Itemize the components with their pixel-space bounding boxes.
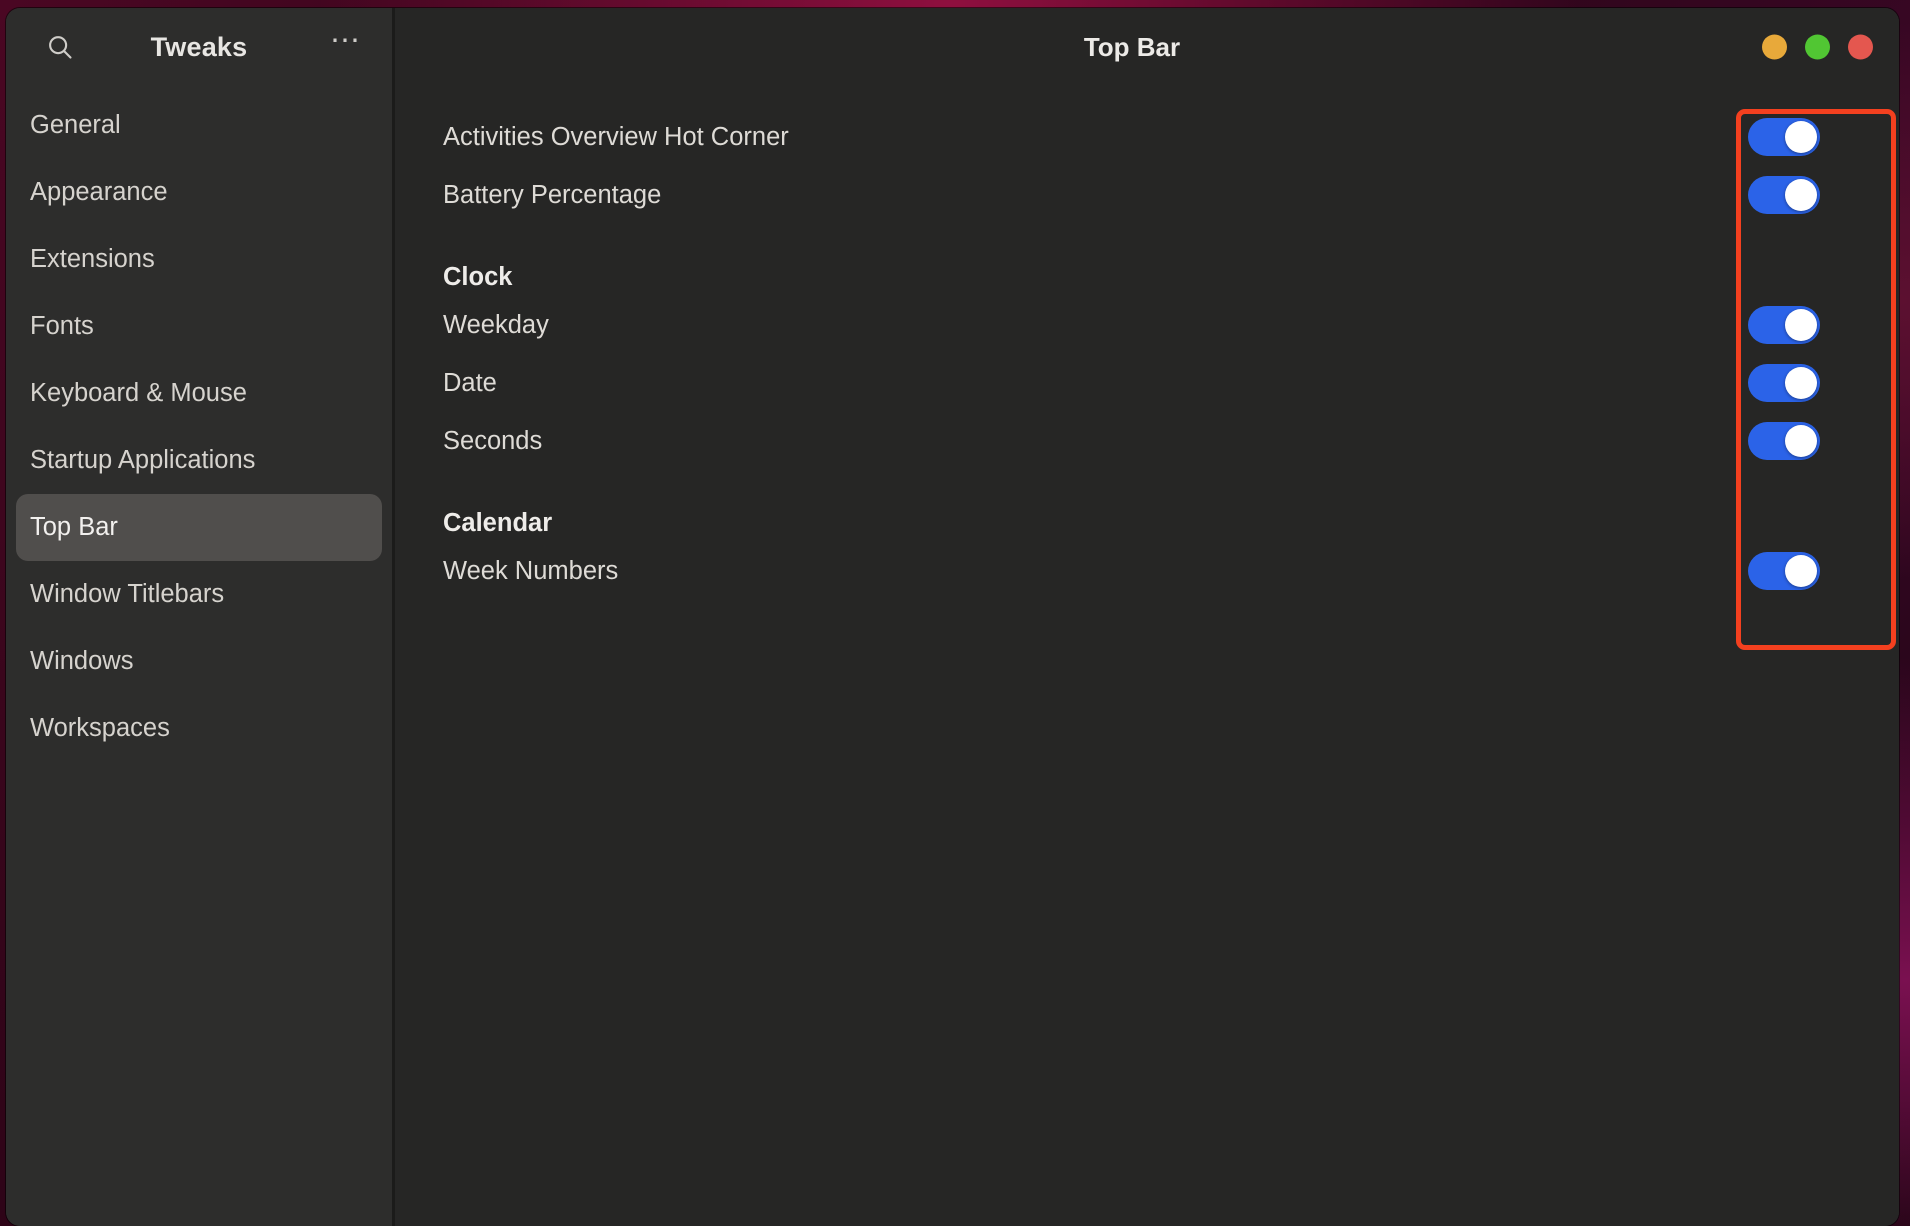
group-header-clock: Clock xyxy=(395,224,1899,296)
sidebar-item-extensions[interactable]: Extensions xyxy=(16,226,382,293)
group-label: Clock xyxy=(443,263,513,291)
setting-label: Date xyxy=(443,368,497,397)
switch-cell xyxy=(1669,422,1899,460)
sidebar-item-workspaces[interactable]: Workspaces xyxy=(16,695,382,762)
setting-label: Seconds xyxy=(443,426,543,455)
switch-cell xyxy=(1669,306,1899,344)
desktop-background: Tweaks ⋯ General Appearance Extensions F… xyxy=(0,0,1910,1226)
group-header-calendar: Calendar xyxy=(395,470,1899,542)
group-label: Calendar xyxy=(443,509,553,537)
maximize-button[interactable] xyxy=(1805,34,1830,60)
toggle-knob xyxy=(1785,179,1817,211)
sidebar-item-label: Window Titlebars xyxy=(30,580,225,608)
sidebar-header: Tweaks ⋯ xyxy=(6,8,392,86)
toggle-weekday[interactable] xyxy=(1748,306,1820,344)
setting-row-weekday: Weekday xyxy=(395,296,1899,354)
close-button[interactable] xyxy=(1848,34,1873,60)
sidebar-item-general[interactable]: General xyxy=(16,92,382,159)
minimize-button[interactable] xyxy=(1762,34,1787,60)
toggle-week-numbers[interactable] xyxy=(1748,552,1820,590)
setting-row-week-numbers: Week Numbers xyxy=(395,542,1899,600)
sidebar-item-label: Startup Applications xyxy=(30,446,256,474)
sidebar-item-label: Keyboard & Mouse xyxy=(30,379,247,407)
switch-cell xyxy=(1669,176,1899,214)
switch-cell xyxy=(1669,364,1899,402)
toggle-seconds[interactable] xyxy=(1748,422,1820,460)
sidebar-item-label: Extensions xyxy=(30,245,155,273)
switch-cell xyxy=(1669,552,1899,590)
content-pane: Top Bar Activities Overview Hot Corner B… xyxy=(395,8,1899,1226)
toggle-date[interactable] xyxy=(1748,364,1820,402)
setting-label: Weekday xyxy=(443,310,549,339)
toggle-knob xyxy=(1785,309,1817,341)
toggle-battery-percentage[interactable] xyxy=(1748,176,1820,214)
setting-label: Battery Percentage xyxy=(443,180,662,209)
sidebar-item-windows[interactable]: Windows xyxy=(16,628,382,695)
toggle-knob xyxy=(1785,121,1817,153)
setting-row-date: Date xyxy=(395,354,1899,412)
sidebar-item-label: General xyxy=(30,111,121,139)
sidebar-item-startup-applications[interactable]: Startup Applications xyxy=(16,427,382,494)
ellipsis-menu-icon[interactable]: ⋯ xyxy=(324,26,368,67)
app-title: Tweaks xyxy=(150,31,248,62)
page-title: Top Bar xyxy=(1083,31,1181,62)
sidebar-item-label: Windows xyxy=(30,647,134,675)
sidebar-item-label: Appearance xyxy=(30,178,168,206)
sidebar: Tweaks ⋯ General Appearance Extensions F… xyxy=(6,8,395,1226)
setting-label: Activities Overview Hot Corner xyxy=(443,122,789,151)
setting-row-battery-percentage: Battery Percentage xyxy=(395,166,1899,224)
content-header: Top Bar xyxy=(395,8,1899,86)
switch-cell xyxy=(1669,118,1899,156)
toggle-knob xyxy=(1785,367,1817,399)
sidebar-item-window-titlebars[interactable]: Window Titlebars xyxy=(16,561,382,628)
sidebar-item-keyboard-and-mouse[interactable]: Keyboard & Mouse xyxy=(16,360,382,427)
setting-label: Week Numbers xyxy=(443,556,619,585)
sidebar-item-appearance[interactable]: Appearance xyxy=(16,159,382,226)
sidebar-item-label: Workspaces xyxy=(30,714,170,742)
window-controls xyxy=(1762,34,1873,60)
tweaks-window: Tweaks ⋯ General Appearance Extensions F… xyxy=(6,8,1899,1226)
sidebar-item-label: Top Bar xyxy=(30,513,118,541)
setting-row-activities-overview-hot-corner: Activities Overview Hot Corner xyxy=(395,108,1899,166)
sidebar-item-fonts[interactable]: Fonts xyxy=(16,293,382,360)
sidebar-item-list: General Appearance Extensions Fonts Keyb… xyxy=(6,86,392,762)
toggle-activities-overview-hot-corner[interactable] xyxy=(1748,118,1820,156)
sidebar-item-top-bar[interactable]: Top Bar xyxy=(16,494,382,561)
toggle-knob xyxy=(1785,425,1817,457)
setting-row-seconds: Seconds xyxy=(395,412,1899,470)
settings-list: Activities Overview Hot Corner Battery P… xyxy=(395,86,1899,600)
toggle-knob xyxy=(1785,555,1817,587)
sidebar-item-label: Fonts xyxy=(30,312,94,340)
